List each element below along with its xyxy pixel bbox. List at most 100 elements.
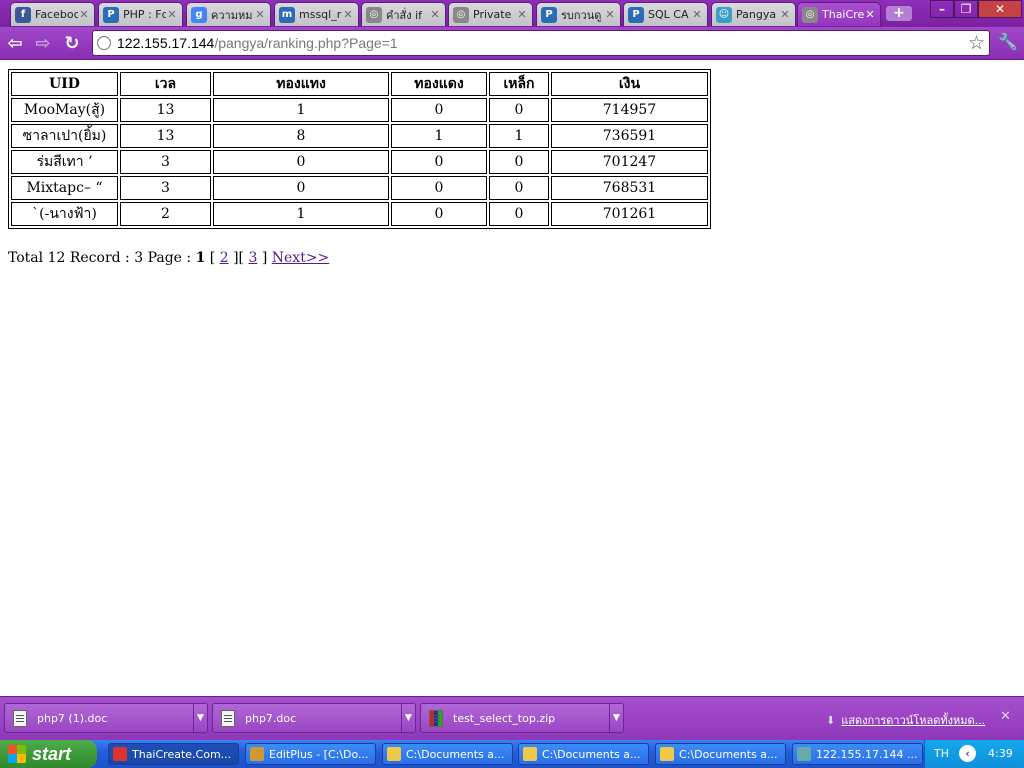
address-bar[interactable]: 122.155.17.144/pangya/ranking.php?Page=1… xyxy=(92,30,990,56)
table-cell: 1 xyxy=(213,202,389,226)
taskbar-button[interactable]: 122.155.17.144 ... xyxy=(792,743,923,765)
bookmark-star-icon[interactable]: ☆ xyxy=(968,32,985,54)
table-row: ซาลาเปา(ยิ้ม) 13 8 1 1 736591 xyxy=(11,124,708,148)
folder-icon xyxy=(387,747,401,761)
table-cell: 13 xyxy=(120,98,211,122)
taskbar-button[interactable]: ThaiCreate.Com... xyxy=(108,743,239,765)
table-cell: 0 xyxy=(489,98,549,122)
page-2-link[interactable]: 2 xyxy=(220,250,229,266)
table-cell: ร่มสีเทา ’ xyxy=(11,150,118,174)
back-icon[interactable]: ⇦ xyxy=(4,33,26,55)
start-button[interactable]: start xyxy=(0,740,97,768)
table-cell: 8 xyxy=(213,124,389,148)
browser-tab[interactable]: ◎ Private I ✕ xyxy=(448,2,533,26)
browser-tab[interactable]: ◎ คำสั่ง if ✕ xyxy=(361,2,446,26)
browser-tab[interactable]: m mssql_r ✕ xyxy=(274,2,359,26)
download-item[interactable]: test_select_top.zip ▼ xyxy=(420,703,624,733)
table-cell: Mixtapc– “ xyxy=(11,176,118,200)
browser-tab[interactable]: P PHP : Fc ✕ xyxy=(98,2,183,26)
table-row: MooMay(สู้) 13 1 0 0 714957 xyxy=(11,98,708,122)
browser-tab[interactable]: ◎ ThaiCre ✕ xyxy=(797,2,881,26)
table-cell: 768531 xyxy=(551,176,708,200)
system-tray: TH ‹ 4:39 xyxy=(924,740,1024,768)
chevron-down-icon[interactable]: ▼ xyxy=(193,704,207,732)
restore-button[interactable]: ❐ xyxy=(954,0,978,18)
close-tab-icon[interactable]: ✕ xyxy=(78,8,90,21)
table-cell: 3 xyxy=(120,176,211,200)
bracket: [ xyxy=(238,250,245,266)
table-cell: 2 xyxy=(120,202,211,226)
new-tab-button[interactable]: + xyxy=(886,6,912,21)
tab-title: mssql_r xyxy=(299,8,342,21)
close-tab-icon[interactable]: ✕ xyxy=(691,8,703,21)
page-3-link[interactable]: 3 xyxy=(248,250,257,266)
table-cell: 1 xyxy=(213,98,389,122)
bracket: ] xyxy=(261,250,268,266)
table-cell: 0 xyxy=(391,176,487,200)
browser-tab[interactable]: ☺ Pangya ✕ xyxy=(711,2,796,26)
url-host: 122.155.17.144 xyxy=(117,35,215,51)
forward-icon[interactable]: ⇨ xyxy=(32,33,54,55)
table-cell: 701261 xyxy=(551,202,708,226)
table-cell: 0 xyxy=(489,150,549,174)
next-page-link[interactable]: Next>> xyxy=(272,250,330,266)
tab-title: รบกวนดู xyxy=(561,8,602,22)
download-filename: php7 (1).doc xyxy=(37,711,108,725)
taskbar-button-label: EditPlus - [C:\Do... xyxy=(269,747,369,761)
close-tab-icon[interactable]: ✕ xyxy=(342,8,354,21)
taskbar-button[interactable]: C:\Documents a... xyxy=(655,743,786,765)
column-header: เงิน xyxy=(551,72,708,96)
page-info-icon[interactable] xyxy=(97,36,111,50)
download-shelf: php7 (1).doc ▼ php7.doc ▼ test_select_to… xyxy=(0,696,1024,740)
browser-tab[interactable]: P รบกวนดู ✕ xyxy=(536,2,621,26)
language-indicator[interactable]: TH xyxy=(934,747,949,760)
table-cell: 736591 xyxy=(551,124,708,148)
download-arrow-icon: ⬇ xyxy=(826,714,836,727)
tab-title: SQL CA xyxy=(648,8,689,21)
chevron-left-icon[interactable]: ‹ xyxy=(959,745,976,762)
chevron-down-icon[interactable]: ▼ xyxy=(401,704,415,732)
column-header: เวล xyxy=(120,72,211,96)
minimize-button[interactable]: – xyxy=(930,0,954,18)
download-item[interactable]: php7 (1).doc ▼ xyxy=(4,703,208,733)
taskbar-button[interactable]: C:\Documents a... xyxy=(382,743,513,765)
table-cell: 13 xyxy=(120,124,211,148)
url-path: /pangya/ranking.php?Page=1 xyxy=(214,35,398,51)
reload-icon[interactable]: ↻ xyxy=(61,33,83,55)
close-tab-icon[interactable]: ✕ xyxy=(166,8,178,21)
taskbar-button[interactable]: C:\Documents a... xyxy=(518,743,649,765)
tab-strip: + – ❐ ✕ f Faceboc ✕ P PHP : Fc ✕ g ความหม ✕ m mssq… xyxy=(0,0,1024,27)
folder-icon xyxy=(523,747,537,761)
start-label: start xyxy=(32,743,72,764)
close-tab-icon[interactable]: ✕ xyxy=(254,8,266,21)
close-tab-icon[interactable]: ✕ xyxy=(779,8,791,21)
table-cell: ซาลาเปา(ยิ้ม) xyxy=(11,124,118,148)
browser-tab[interactable]: f Faceboc ✕ xyxy=(10,2,95,26)
record-summary: Total 12 Record : 3 Page : xyxy=(8,250,192,266)
taskbar-button[interactable]: EditPlus - [C:\Do... xyxy=(245,743,376,765)
browser-tab[interactable]: g ความหม ✕ xyxy=(186,2,271,26)
tab-title: คำสั่ง if xyxy=(386,8,423,22)
close-tab-icon[interactable]: ✕ xyxy=(604,8,616,21)
table-cell: 3 xyxy=(120,150,211,174)
table-cell: MooMay(สู้) xyxy=(11,98,118,122)
google-icon: g xyxy=(191,6,207,23)
forum-icon: P xyxy=(541,6,557,23)
windows-logo-icon xyxy=(8,745,26,763)
browser-tab[interactable]: P SQL CA ✕ xyxy=(623,2,708,26)
chevron-down-icon[interactable]: ▼ xyxy=(609,704,623,732)
close-window-button[interactable]: ✕ xyxy=(978,0,1022,18)
table-cell: 0 xyxy=(213,150,389,174)
table-cell: 0 xyxy=(213,176,389,200)
close-tab-icon[interactable]: ✕ xyxy=(516,8,528,21)
close-icon[interactable]: ✕ xyxy=(1000,709,1011,724)
close-tab-icon[interactable]: ✕ xyxy=(429,8,441,21)
address-url[interactable]: 122.155.17.144/pangya/ranking.php?Page=1 xyxy=(117,35,398,51)
forum-icon: P xyxy=(103,6,119,23)
taskbar-button-label: C:\Documents a... xyxy=(679,747,778,761)
close-tab-icon[interactable]: ✕ xyxy=(864,8,876,21)
show-all-downloads-link[interactable]: ⬇ แสดงการดาวน์โหลดทั้งหมด... xyxy=(826,711,985,729)
wrench-menu-icon[interactable]: 🔧 xyxy=(996,32,1020,54)
download-item[interactable]: php7.doc ▼ xyxy=(212,703,416,733)
column-header: เหล็ก xyxy=(489,72,549,96)
